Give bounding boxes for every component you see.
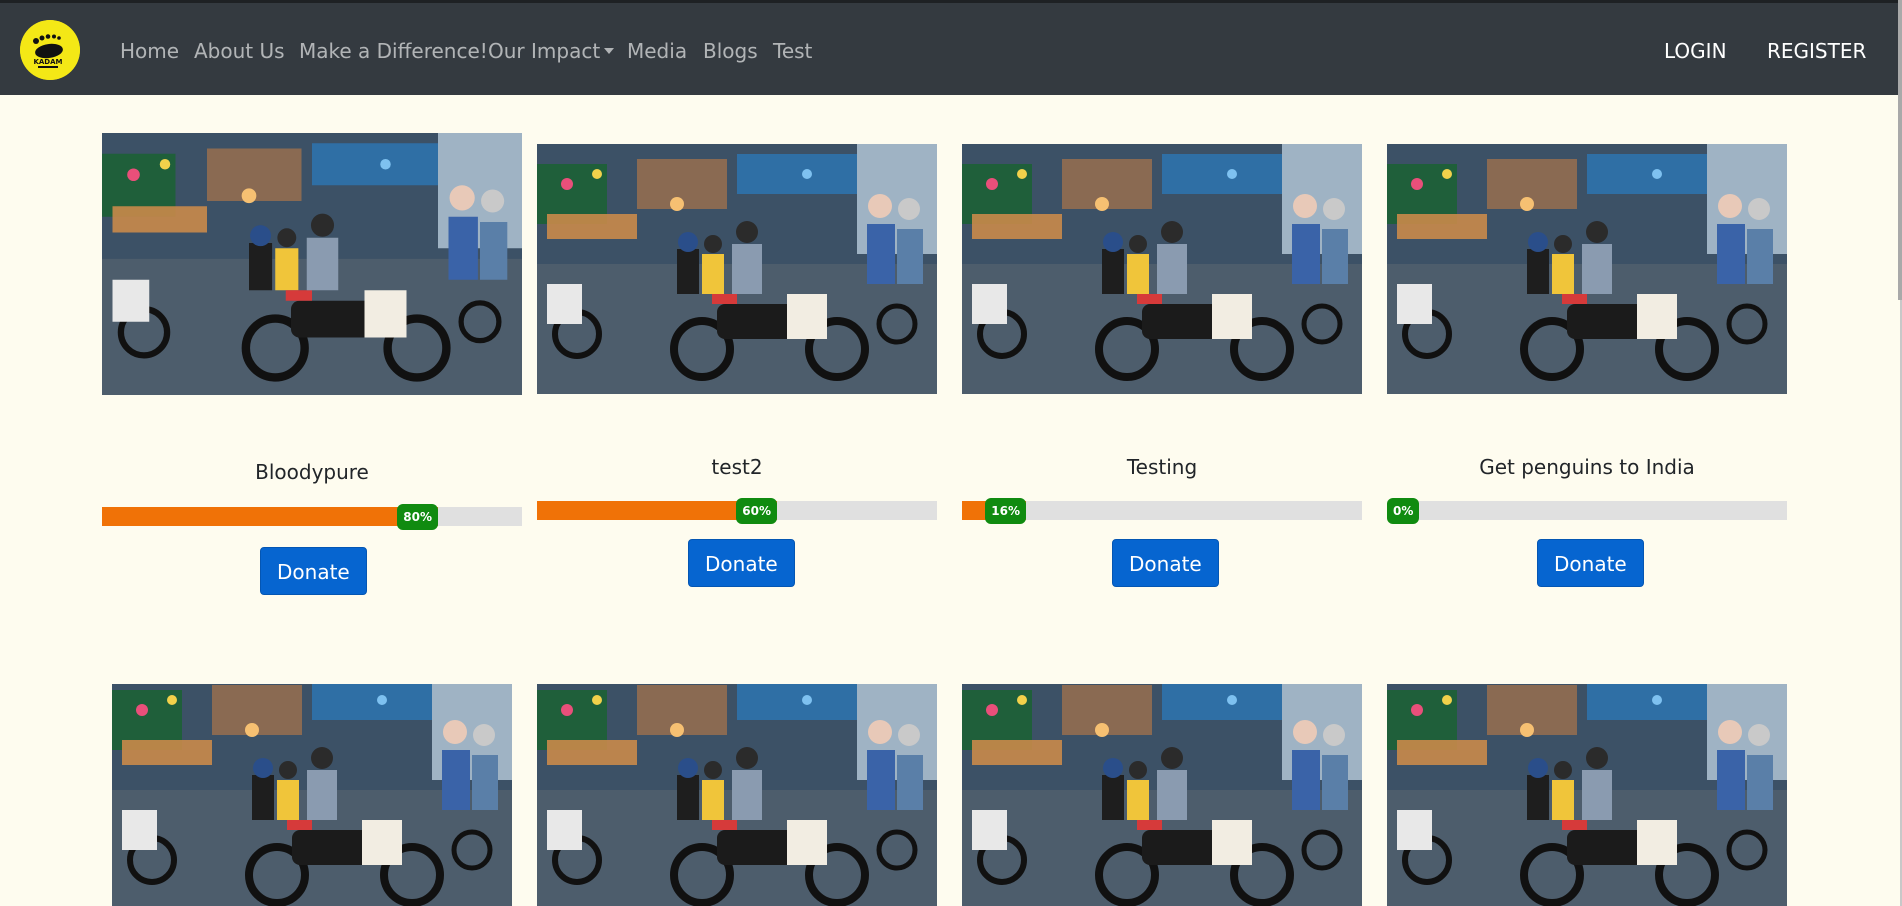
campaign-photo[interactable] — [537, 144, 937, 394]
progress-badge: 0% — [1387, 498, 1420, 524]
street-scene-image — [1387, 684, 1787, 906]
street-scene-image — [112, 684, 512, 906]
nav-our-impact-dropdown[interactable]: Our Impact — [488, 39, 615, 63]
nav-make-a-difference[interactable]: Make a Difference! — [299, 39, 488, 63]
street-scene-image — [537, 144, 937, 394]
progress-badge: 80% — [397, 504, 438, 530]
kadam-logo[interactable]: KADAM — [20, 20, 80, 80]
campaign-photo[interactable] — [537, 684, 937, 906]
scrollbar-thumb[interactable] — [1898, 0, 1902, 300]
street-scene-image — [962, 144, 1362, 394]
donate-button[interactable]: Donate — [1112, 539, 1219, 587]
logo-text: KADAM — [33, 58, 62, 66]
campaign-card: test2 60% Donate — [537, 144, 937, 594]
campaign-card: Testing 16% Donate — [962, 144, 1362, 594]
campaign-progress-bar: 80% — [102, 504, 522, 530]
progress-badge: 16% — [985, 498, 1026, 524]
donate-button[interactable]: Donate — [688, 539, 795, 587]
nav-our-impact-label: Our Impact — [488, 39, 601, 63]
donate-button[interactable]: Donate — [1537, 539, 1644, 587]
campaign-progress-bar: 16% — [962, 498, 1362, 524]
nav-about-us[interactable]: About Us — [194, 39, 285, 63]
nav-blogs[interactable]: Blogs — [703, 39, 758, 63]
campaign-card: Get penguins to India 0% Donate — [1387, 144, 1787, 594]
login-link[interactable]: LOGIN — [1664, 39, 1727, 63]
progress-badge: 60% — [736, 498, 777, 524]
campaign-photo[interactable] — [102, 133, 522, 395]
campaign-progress-bar: 60% — [537, 498, 937, 524]
progress-fill — [102, 507, 438, 526]
register-link[interactable]: REGISTER — [1767, 39, 1866, 63]
campaign-title: Get penguins to India — [1479, 455, 1695, 479]
nav-test[interactable]: Test — [773, 39, 812, 63]
campaign-title: Testing — [1126, 455, 1198, 479]
campaign-photo[interactable] — [1387, 144, 1787, 394]
street-scene-image — [1387, 144, 1787, 394]
campaign-photo[interactable] — [962, 684, 1362, 906]
nav-home[interactable]: Home — [120, 39, 179, 63]
campaign-photo[interactable] — [112, 684, 512, 906]
chevron-down-icon — [604, 48, 615, 54]
top-navbar: KADAM Home About Us Make a Difference! O… — [0, 0, 1902, 95]
campaign-card: Bloodypure 80% Donate — [102, 133, 522, 603]
street-scene-image — [102, 133, 522, 395]
street-scene-image — [962, 684, 1362, 906]
campaign-title: Bloodypure — [255, 460, 369, 484]
donate-button[interactable]: Donate — [260, 547, 367, 595]
footprint-logo-icon: KADAM — [20, 20, 80, 80]
nav-media[interactable]: Media — [627, 39, 687, 63]
campaign-photo[interactable] — [962, 144, 1362, 394]
street-scene-image — [537, 684, 937, 906]
campaign-title: test2 — [711, 455, 763, 479]
campaign-progress-bar: 0% — [1387, 498, 1787, 524]
campaign-photo[interactable] — [1387, 684, 1787, 906]
